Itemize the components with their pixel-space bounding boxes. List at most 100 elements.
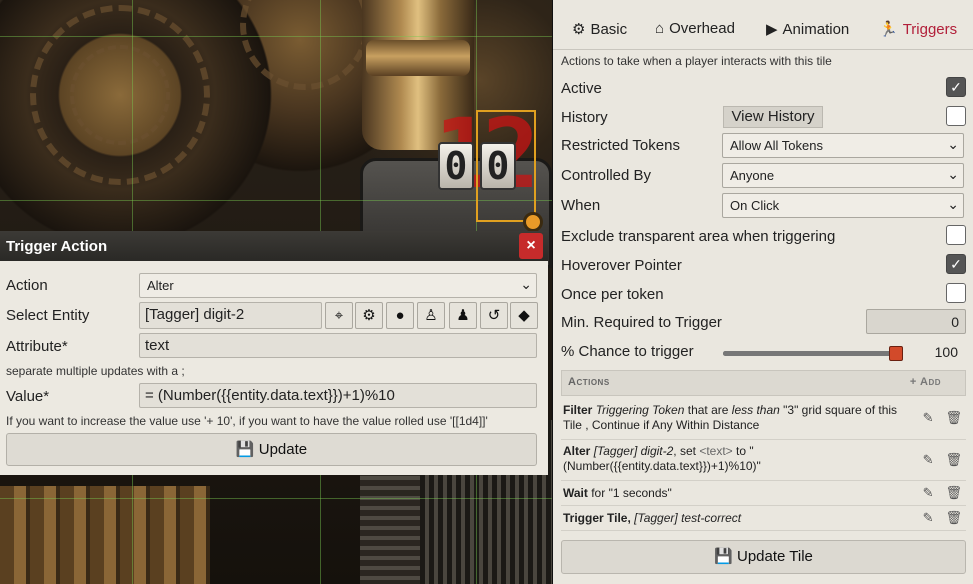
exclude-label: Exclude transparent area when triggering	[561, 228, 836, 245]
chance-value: 100	[934, 344, 958, 360]
entity-label: Select Entity	[6, 307, 90, 324]
play-icon: ▶	[766, 21, 778, 38]
action-item[interactable]: Wait for "1 seconds" ✎ 🗑	[561, 481, 966, 506]
edit-icon[interactable]: ✎	[923, 452, 934, 467]
action-text: for "1 seconds"	[587, 486, 672, 500]
tab-animation-label: Animation	[782, 21, 850, 38]
grid-line	[0, 36, 552, 37]
dialog-header[interactable]: Trigger Action ×	[0, 231, 548, 261]
wood-panel	[0, 486, 210, 584]
hover-checkbox[interactable]: ✓	[946, 254, 966, 274]
cogs-icon[interactable]: ⚙	[355, 302, 383, 329]
delete-icon[interactable]: 🗑	[945, 452, 962, 467]
save-icon: 💾	[714, 548, 733, 565]
actions-header: Actions + Add	[561, 370, 966, 396]
min-row: Min. Required to Trigger 0	[561, 309, 966, 337]
exclude-row: Exclude transparent area when triggering	[561, 223, 966, 251]
street-view-icon[interactable]: ♙	[417, 302, 445, 329]
controlled-row: Controlled By Anyone ⌄	[561, 163, 966, 191]
rotate-handle[interactable]	[523, 212, 543, 232]
action-controls: ✎ 🗑	[911, 510, 962, 526]
restricted-select[interactable]: Allow All Tokens ⌄	[722, 133, 964, 158]
action-controls: ✎ 🗑	[911, 410, 962, 426]
action-item-text: Alter [Tagger] digit-2, set <text> to "(…	[563, 444, 913, 474]
update-button[interactable]: 💾 Update	[6, 433, 537, 466]
action-item[interactable]: Trigger Tile, [Tagger] test-correct ✎ 🗑	[561, 506, 966, 531]
update-tile-button[interactable]: 💾 Update Tile	[561, 540, 966, 574]
action-controls: ✎ 🗑	[911, 485, 962, 501]
when-row: When On Click ⌄	[561, 193, 966, 221]
when-select[interactable]: On Click ⌄	[722, 193, 964, 218]
history-icon[interactable]: ↺	[480, 302, 508, 329]
when-select-value: On Click	[730, 198, 780, 213]
view-history-button[interactable]: View History	[723, 106, 823, 128]
close-button[interactable]: ×	[519, 233, 543, 259]
controlled-label: Controlled By	[561, 167, 652, 184]
restricted-label: Restricted Tokens	[561, 137, 680, 154]
user-icon[interactable]: ●	[386, 302, 414, 329]
attribute-input[interactable]: text	[139, 333, 537, 358]
action-item[interactable]: Filter Triggering Token that are less th…	[561, 400, 966, 440]
controlled-select-value: Anyone	[730, 168, 775, 183]
entity-field[interactable]: [Tagger] digit-2	[139, 302, 322, 329]
chevron-down-icon: ⌄	[520, 276, 532, 292]
tab-triggers[interactable]: 🏃 Triggers	[879, 20, 957, 38]
history-checkbox[interactable]	[946, 106, 966, 126]
once-checkbox[interactable]	[946, 283, 966, 303]
value-hint: If you want to increase the value use '+…	[6, 414, 488, 428]
chance-slider-handle[interactable]	[889, 346, 903, 361]
action-text: , set	[673, 444, 700, 458]
tab-triggers-label: Triggers	[902, 21, 958, 38]
delete-icon[interactable]: 🗑	[945, 485, 962, 500]
tab-overhead[interactable]: ⌂ Overhead	[655, 20, 735, 37]
panel-subtitle: Actions to take when a player interacts …	[561, 54, 832, 68]
save-icon: 💾	[235, 441, 255, 458]
users-icon[interactable]: ♟	[449, 302, 477, 329]
attribute-label: Attribute*	[6, 338, 68, 355]
delete-icon[interactable]: 🗑	[945, 410, 962, 425]
restricted-select-value: Allow All Tokens	[730, 138, 823, 153]
edit-icon[interactable]: ✎	[923, 510, 934, 525]
value-label: Value*	[6, 388, 50, 405]
min-required-input[interactable]: 0	[866, 309, 966, 334]
action-select[interactable]: Alter ⌄	[139, 273, 537, 298]
chance-slider[interactable]	[723, 346, 903, 361]
tile-selection-box[interactable]	[476, 110, 536, 222]
action-item-text: Wait for "1 seconds"	[563, 486, 913, 501]
controlled-select[interactable]: Anyone ⌄	[722, 163, 964, 188]
action-target: [Tagger] test-correct	[630, 511, 742, 525]
once-row: Once per token	[561, 281, 966, 309]
chance-label: % Chance to trigger	[561, 343, 694, 360]
history-label: History	[561, 109, 608, 126]
edit-icon[interactable]: ✎	[923, 485, 934, 500]
edit-icon[interactable]: ✎	[923, 410, 934, 425]
action-keyword: Filter	[563, 403, 593, 417]
chevron-down-icon: ⌄	[947, 136, 959, 152]
tab-basic[interactable]: ⚙ Basic	[572, 20, 627, 38]
history-row: History View History	[561, 104, 966, 132]
tab-basic-label: Basic	[590, 21, 628, 38]
when-label: When	[561, 197, 601, 214]
update-tile-label: Update Tile	[736, 548, 813, 565]
gear-decoration-inner	[70, 45, 170, 145]
exclude-checkbox[interactable]	[946, 225, 966, 245]
value-input[interactable]: = (Number({{entity.data.text}})+1)%10	[139, 383, 537, 408]
action-item-text: Trigger Tile, [Tagger] test-correct	[563, 511, 913, 526]
delete-icon[interactable]: 🗑	[945, 510, 962, 525]
action-controls: ✎ 🗑	[911, 452, 962, 468]
pipe-band	[366, 40, 470, 76]
action-target: Triggering Token	[595, 403, 685, 417]
actions-header-label: Actions	[568, 376, 610, 388]
tab-bar: ⚙ Basic ⌂ Overhead ▶ Animation 🏃 Triggers	[553, 0, 973, 50]
add-action-button[interactable]: + Add	[910, 376, 941, 388]
action-item[interactable]: Alter [Tagger] digit-2, set <text> to "(…	[561, 440, 966, 481]
tab-animation[interactable]: ▶ Animation	[766, 20, 849, 38]
digit-tile-1[interactable]: 0	[438, 142, 474, 190]
action-keyword: Wait	[563, 486, 588, 500]
active-checkbox[interactable]: ✓	[946, 77, 966, 97]
tag-icon[interactable]: ◆	[510, 302, 538, 329]
crosshairs-icon[interactable]: ⌖	[325, 302, 353, 329]
chevron-down-icon: ⌄	[947, 196, 959, 212]
action-operator: less than	[731, 403, 780, 417]
chance-row: % Chance to trigger 100	[561, 339, 966, 367]
